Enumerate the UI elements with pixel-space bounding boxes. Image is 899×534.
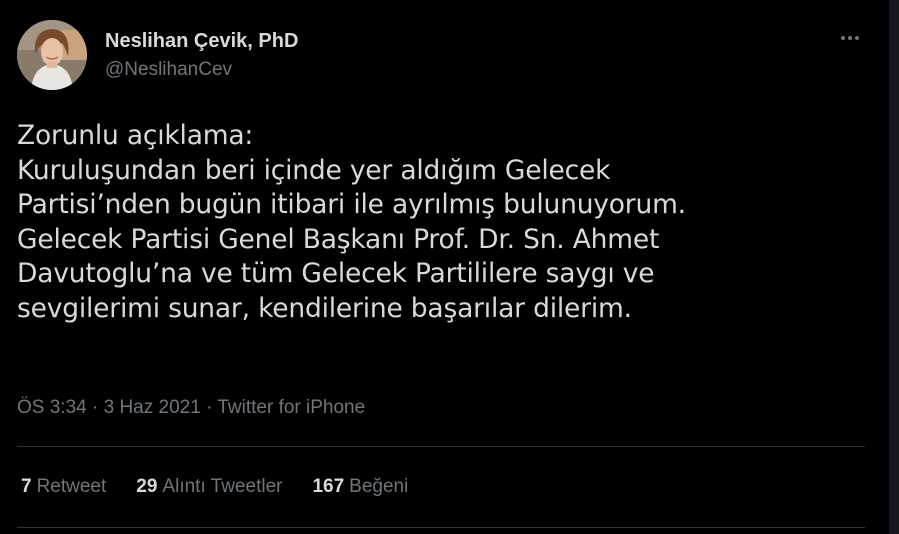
tweet-line: Partisi’nden bugün itibari ile ayrılmış … [17, 189, 686, 220]
tweet-source-link[interactable]: Twitter for iPhone [217, 397, 365, 418]
tweet-date-link[interactable]: 3 Haz 2021 [104, 397, 201, 418]
like-label: Beğeni [349, 476, 409, 497]
retweet-label: Retweet [36, 476, 107, 497]
tweet-line: Gelecek Partisi Genel Başkanı Prof. Dr. … [17, 223, 660, 255]
divider [17, 527, 865, 528]
tweet-metadata: ÖS 3:34 · 3 Haz 2021 · Twitter for iPhon… [17, 397, 365, 419]
scrollbar-track [889, 0, 899, 534]
tweet-time-link[interactable]: ÖS 3:34 [17, 397, 87, 418]
tweet-line: sevgilerimi sunar, kendilerine başarılar… [17, 292, 632, 324]
meta-separator: · [86, 397, 104, 418]
user-handle[interactable]: @NeslihanCev [105, 59, 232, 81]
quote-count-link[interactable]: 29 Alıntı Tweetler [136, 476, 282, 498]
retweet-count: 7 [21, 476, 32, 497]
like-count-link[interactable]: 167 Beğeni [312, 476, 408, 498]
meta-separator: · [200, 397, 218, 418]
display-name[interactable]: Neslihan Çevik, PhD [105, 30, 298, 53]
tweet-text: Zorunlu açıklama: Kuruluşundan beri için… [17, 119, 857, 326]
tweet-line: Davutoglu’na ve tüm Gelecek Partililere … [17, 258, 655, 289]
more-horizontal-icon [841, 36, 859, 40]
engagement-stats: 7 Retweet 29 Alıntı Tweetler 167 Beğeni [21, 476, 408, 498]
retweet-count-link[interactable]: 7 Retweet [21, 476, 106, 498]
tweet-line: Kuruluşundan beri içinde yer aldığım Gel… [17, 154, 611, 186]
quote-label: Alıntı Tweetler [162, 476, 283, 497]
divider [17, 446, 865, 447]
more-options-button[interactable] [834, 26, 866, 54]
avatar[interactable] [17, 20, 87, 90]
quote-count: 29 [136, 476, 158, 497]
tweet-line: Zorunlu açıklama: [17, 120, 254, 151]
profile-photo-icon [17, 20, 87, 90]
like-count: 167 [312, 476, 345, 497]
